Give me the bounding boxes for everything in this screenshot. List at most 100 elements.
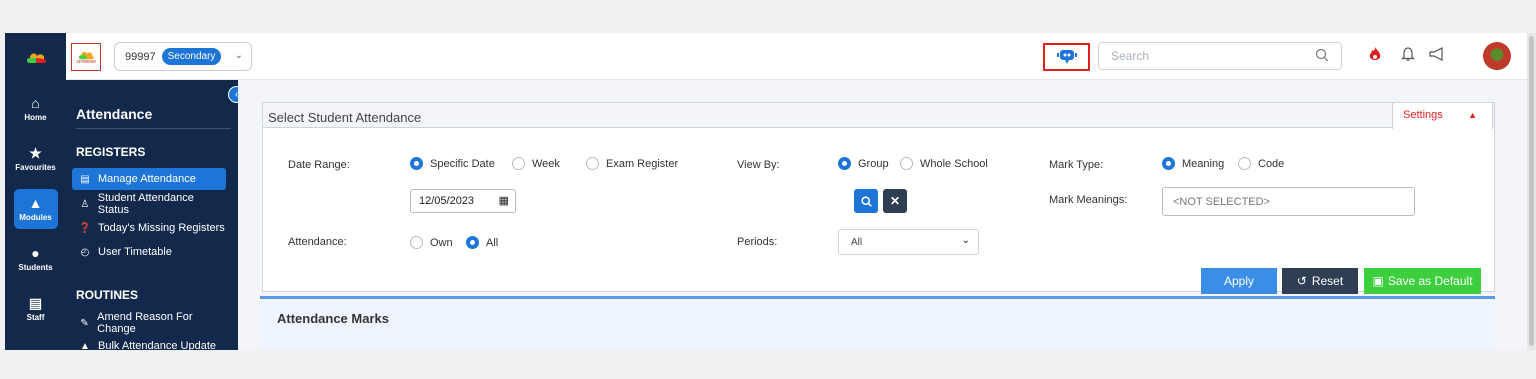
home-icon: ⌂ [31,95,40,111]
radio-label: Specific Date [430,157,495,170]
nav-students[interactable]: ● Students [5,236,66,282]
radio-meaning[interactable]: Meaning [1162,157,1224,170]
radio-label: All [486,236,499,249]
close-icon: ✕ [889,194,901,208]
bell-icon[interactable] [1401,46,1415,62]
school-logo: ᴊᴇᴛᴍᴏᴏᴍ [71,43,101,71]
school-code: 99997 [125,50,156,63]
register-icon: ▤ [80,173,90,185]
app-logo[interactable] [5,33,66,80]
radio-dot [900,157,913,170]
mark-type-label: Mark Type: [1049,159,1104,171]
nav-staff[interactable]: ▤ Staff [5,286,66,332]
modules-icon: ▲ [28,195,43,211]
attendance-label: Attendance: [288,236,347,248]
radio-specific-date[interactable]: Specific Date [410,157,495,170]
top-bar: ᴊᴇᴛᴍᴏᴏᴍ 99997 Secondary ⌄ Search [5,33,1527,80]
user-icon: ● [31,245,40,261]
left-nav: ⌂ Home ★ Favourites ▲ Modules ● Students… [5,80,66,350]
mark-meanings-field[interactable]: <NOT SELECTED> [1162,187,1415,216]
sidebar-title: Attendance [76,106,153,122]
radio-label: Exam Register [606,157,679,170]
nav-favourites-label: Favourites [15,163,56,172]
search-icon [860,195,872,207]
sidebar-item-user-timetable[interactable]: ◴ User Timetable [72,241,226,263]
nav-favourites[interactable]: ★ Favourites [5,136,66,182]
reset-label: Reset [1311,274,1344,288]
periods-select[interactable]: All ⌄ [838,229,979,255]
radio-dot [410,157,423,170]
nav-home[interactable]: ⌂ Home [5,86,66,132]
radio-label: Own [430,236,453,249]
question-icon: ❓ [78,222,92,234]
apply-label: Apply [1223,274,1255,288]
nav-home-label: Home [24,113,47,122]
radio-label: Code [1258,157,1285,170]
search-placeholder: Search [1111,49,1150,63]
search-input[interactable]: Search [1098,42,1342,70]
sidebar-item-student-attendance-status[interactable]: ♙ Student Attendance Status [72,192,226,216]
settings-label: Settings [1403,109,1443,121]
staff-icon: ▤ [28,295,43,311]
school-level-badge: Secondary [161,48,222,65]
sidebar-item-todays-missing-registers[interactable]: ❓ Today's Missing Registers [72,217,226,239]
radio-code[interactable]: Code [1238,157,1284,170]
radio-own[interactable]: Own [410,236,453,249]
sidebar-item-label: Amend Reason For Change [97,311,193,335]
flame-icon[interactable] [1368,46,1382,62]
radio-dot [512,157,525,170]
school-selector[interactable]: 99997 Secondary ⌄ [114,42,252,71]
radio-label: Group [858,157,889,170]
section-heading-registers: REGISTERS [76,145,146,159]
radio-dot [466,236,479,249]
sidebar-item-manage-attendance[interactable]: ▤ Manage Attendance [72,168,226,190]
nav-staff-label: Staff [26,313,45,322]
upload-icon: ▲ [80,340,90,351]
sidebar-item-label: User Timetable [98,246,172,258]
timetable-icon: ◴ [80,246,90,258]
radio-label: Meaning [1182,157,1225,170]
megaphone-icon[interactable] [1428,46,1446,62]
assistant-bot-button[interactable] [1043,43,1090,71]
bot-icon [1056,50,1077,64]
scrollbar-thumb[interactable] [1529,36,1534,346]
radio-all[interactable]: All [466,236,498,249]
radio-label: Week [532,157,560,170]
sidebar-item-label: Manage Attendance [98,173,196,185]
view-by-label: View By: [737,159,780,171]
periods-value: All [851,237,863,248]
clear-button[interactable]: ✕ [883,189,907,213]
date-field[interactable]: 12/05/2023 ▦ [410,189,516,213]
save-default-button[interactable]: ▣ Save as Default [1364,268,1481,294]
filter-panel: Select Student Attendance Settings ▲ Dat… [262,102,1495,294]
star-icon: ★ [29,145,42,161]
calendar-icon[interactable]: ▦ [499,194,509,207]
sidebar-item-label: Bulk Attendance Update [98,340,217,350]
caret-up-icon: ▲ [1468,110,1477,120]
periods-label: Periods: [737,236,778,248]
radio-week[interactable]: Week [512,157,560,170]
radio-whole-school[interactable]: Whole School [900,157,988,170]
radio-label: Whole School [920,157,988,170]
save-icon: ▣ [1372,274,1384,288]
sidebar-item-amend-reason[interactable]: ✎ Amend Reason For Change [72,311,226,335]
student-status-icon: ♙ [80,198,90,210]
sidebar-item-bulk-attendance-update[interactable]: ▲ Bulk Attendance Update [72,335,226,350]
apply-button[interactable]: Apply [1201,268,1277,294]
avatar[interactable] [1483,42,1511,70]
main-content: Select Student Attendance Settings ▲ Dat… [238,80,1527,350]
mark-meanings-label: Mark Meanings: [1049,194,1128,206]
sidebar-divider [76,128,231,129]
search-button[interactable] [854,189,878,213]
nav-modules[interactable]: ▲ Modules [5,186,66,232]
radio-group[interactable]: Group [838,157,889,170]
radio-dot [838,157,851,170]
sidebar-item-label: Today's Missing Registers [98,222,225,234]
nav-students-label: Students [18,263,53,272]
panel-title: Select Student Attendance [268,110,422,125]
radio-exam-register[interactable]: Exam Register [586,157,678,170]
reset-button[interactable]: ↺ Reset [1282,268,1358,294]
settings-toggle[interactable]: Settings ▲ [1392,102,1493,129]
attendance-marks-panel: Attendance Marks [260,296,1495,350]
module-sidebar: Attendance REGISTERS ▤ Manage Attendance… [66,80,238,350]
